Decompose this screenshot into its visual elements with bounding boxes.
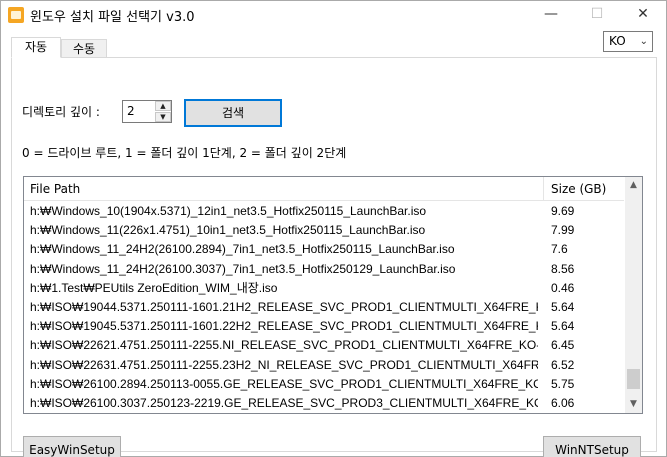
file-path: h:₩Windows_11_24H2(26100.3037)_7in1_net3… bbox=[30, 261, 456, 276]
app-icon bbox=[8, 7, 24, 23]
file-size: 9.69 bbox=[551, 204, 575, 218]
scrollbar-thumb[interactable] bbox=[627, 369, 640, 389]
file-path: h:₩Windows_10(1904x.5371)_12in1_net3.5_H… bbox=[30, 204, 427, 218]
column-header-size[interactable]: Size (GB) bbox=[551, 182, 606, 196]
close-button[interactable]: ✕ bbox=[620, 1, 666, 29]
list-rows: h:₩Windows_10(1904x.5371)_12in1_net3.5_H… bbox=[24, 202, 624, 412]
file-size: 6.45 bbox=[551, 338, 575, 353]
depth-value[interactable]: 2 bbox=[127, 104, 135, 118]
vertical-scrollbar[interactable]: ▲ ▼ bbox=[625, 177, 642, 413]
list-item[interactable]: h:₩Windows_11_24H2(26100.2894)_7in1_net3… bbox=[24, 240, 624, 259]
depth-spinner[interactable]: 2 ▲ ▼ bbox=[122, 100, 172, 123]
easywinsetup-button[interactable]: EasyWinSetup bbox=[23, 436, 121, 457]
list-item[interactable]: h:₩Windows_11(226x1.4751)_10in1_net3.5_H… bbox=[24, 221, 624, 240]
file-size: 7.99 bbox=[551, 223, 575, 238]
language-select[interactable]: KO ⌄ bbox=[603, 31, 653, 52]
file-size: 8.56 bbox=[551, 261, 575, 276]
chevron-down-icon: ⌄ bbox=[639, 36, 648, 47]
file-size: 6.06 bbox=[551, 395, 575, 410]
spin-up-icon[interactable]: ▲ bbox=[155, 101, 171, 111]
scroll-down-icon[interactable]: ▼ bbox=[625, 396, 642, 413]
list-item[interactable]: h:₩ISO₩19045.5371.250111-1601.22H2_RELEA… bbox=[24, 317, 624, 336]
list-item[interactable]: h:₩Windows_10(1904x.5371)_12in1_net3.5_H… bbox=[24, 202, 624, 221]
file-size: 5.64 bbox=[551, 299, 575, 314]
list-item[interactable]: h:₩ISO₩22621.4751.250111-2255.NI_RELEASE… bbox=[24, 336, 624, 355]
file-path: h:₩Windows_11(226x1.4751)_10in1_net3.5_H… bbox=[30, 223, 426, 238]
tab-manual[interactable]: 수동 bbox=[61, 39, 107, 59]
list-item[interactable]: h:₩1.Test₩PEUtils ZeroEdition_WIM_내장.iso… bbox=[24, 279, 624, 298]
client-area: 자동 수동 KO ⌄ 디렉토리 깊이 : 2 ▲ ▼ 검색 0 = 드라이브 루… bbox=[1, 29, 666, 457]
file-path: h:₩ISO₩22631.4751.250111-2255.23H2_NI_RE… bbox=[30, 357, 538, 372]
app-window: 윈도우 설치 파일 선택기 v3.0 — ☐ ✕ 자동 수동 KO ⌄ 디렉토리… bbox=[0, 0, 667, 457]
file-size: 5.75 bbox=[551, 376, 575, 391]
search-button[interactable]: 검색 bbox=[184, 99, 282, 127]
file-path: h:₩Windows_11_24H2(26100.2894)_7in1_net3… bbox=[30, 242, 455, 257]
list-item[interactable]: h:₩ISO₩26100.2894.250113-0055.GE_RELEASE… bbox=[24, 375, 624, 394]
column-divider[interactable] bbox=[543, 177, 544, 201]
auto-tab-panel: 디렉토리 깊이 : 2 ▲ ▼ 검색 0 = 드라이브 루트, 1 = 폴더 깊… bbox=[11, 57, 657, 457]
title-bar[interactable]: 윈도우 설치 파일 선택기 v3.0 — ☐ ✕ bbox=[1, 1, 666, 29]
list-item[interactable]: h:₩ISO₩26100.3037.250123-2219.GE_RELEASE… bbox=[24, 394, 624, 412]
scroll-up-icon[interactable]: ▲ bbox=[625, 177, 642, 194]
winntsetup-button[interactable]: WinNTSetup bbox=[543, 436, 641, 457]
spin-down-icon[interactable]: ▼ bbox=[155, 112, 171, 122]
file-size: 7.6 bbox=[551, 242, 568, 257]
file-path: h:₩1.Test₩PEUtils ZeroEdition_WIM_내장.iso bbox=[30, 280, 278, 295]
file-path: h:₩ISO₩19044.5371.250111-1601.21H2_RELEA… bbox=[30, 299, 538, 314]
maximize-button[interactable]: ☐ bbox=[574, 1, 620, 29]
file-size: 6.52 bbox=[551, 357, 575, 372]
list-header: File Path Size (GB) bbox=[24, 177, 624, 201]
depth-hint: 0 = 드라이브 루트, 1 = 폴더 깊이 1단계, 2 = 폴더 깊이 2단… bbox=[22, 146, 347, 160]
list-item[interactable]: h:₩ISO₩22631.4751.250111-2255.23H2_NI_RE… bbox=[24, 356, 624, 375]
language-select-value: KO bbox=[609, 34, 626, 48]
file-path: h:₩ISO₩19045.5371.250111-1601.22H2_RELEA… bbox=[30, 319, 538, 334]
list-item[interactable]: h:₩ISO₩19044.5371.250111-1601.21H2_RELEA… bbox=[24, 298, 624, 317]
file-path: h:₩ISO₩26100.3037.250123-2219.GE_RELEASE… bbox=[30, 395, 538, 410]
file-size: 5.64 bbox=[551, 319, 575, 334]
window-title: 윈도우 설치 파일 선택기 v3.0 bbox=[30, 10, 195, 25]
file-path: h:₩ISO₩22621.4751.250111-2255.NI_RELEASE… bbox=[30, 338, 538, 353]
depth-label: 디렉토리 깊이 : bbox=[22, 105, 100, 119]
file-list[interactable]: File Path Size (GB) h:₩Windows_10(1904x.… bbox=[23, 176, 643, 414]
list-item[interactable]: h:₩Windows_11_24H2(26100.3037)_7in1_net3… bbox=[24, 260, 624, 279]
tab-auto[interactable]: 자동 bbox=[11, 37, 61, 58]
minimize-button[interactable]: — bbox=[528, 1, 574, 29]
column-header-path[interactable]: File Path bbox=[30, 182, 80, 196]
file-size: 0.46 bbox=[551, 280, 575, 295]
file-path: h:₩ISO₩26100.2894.250113-0055.GE_RELEASE… bbox=[30, 376, 538, 391]
